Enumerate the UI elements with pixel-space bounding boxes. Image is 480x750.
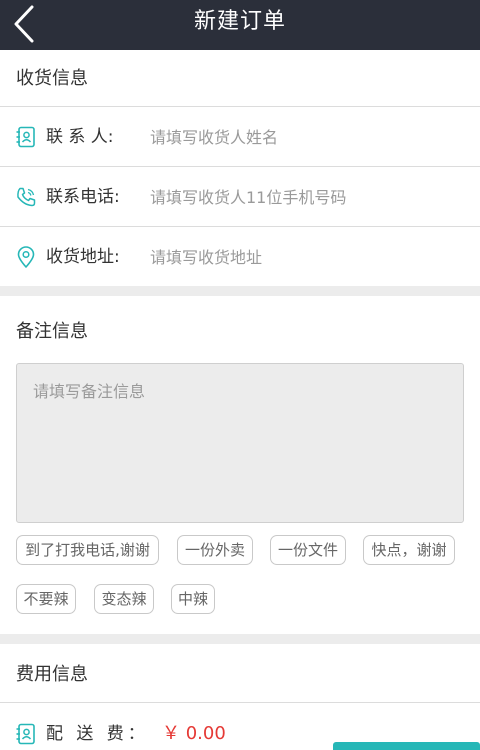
fees-section-title: 费用信息 bbox=[16, 664, 88, 685]
fees-section: 费用信息 配 送 费： ￥ 0.00 bbox=[0, 644, 480, 750]
page-title: 新建订单 bbox=[193, 9, 286, 34]
quick-tag-extra-spicy[interactable]: 变态辣 bbox=[94, 584, 154, 614]
delivery-fee-label: 配 送 费： bbox=[46, 724, 149, 744]
receiver-section: 收货信息 联 系 人: 联系电话: bbox=[0, 50, 480, 286]
contact-name-row: 联 系 人: bbox=[0, 106, 480, 166]
quick-tag-takeout[interactable]: 一份外卖 bbox=[177, 535, 253, 565]
quick-tag-call-me[interactable]: 到了打我电话,谢谢 bbox=[16, 535, 159, 565]
address-row: 收货地址: bbox=[0, 226, 480, 286]
delivery-fee-value: ￥ 0.00 bbox=[162, 723, 226, 744]
location-pin-icon bbox=[15, 246, 37, 268]
address-label: 收货地址: bbox=[46, 247, 120, 267]
contact-card-icon bbox=[15, 126, 37, 148]
phone-icon bbox=[15, 186, 37, 208]
contact-phone-row: 联系电话: bbox=[0, 166, 480, 226]
contact-phone-label: 联系电话: bbox=[46, 187, 120, 207]
address-input[interactable] bbox=[150, 242, 460, 272]
nav-bar: 新建订单 bbox=[0, 0, 480, 50]
quick-tag-medium-spicy[interactable]: 中辣 bbox=[171, 584, 215, 614]
quick-tag-hurry[interactable]: 快点，谢谢 bbox=[363, 535, 455, 565]
contact-name-input[interactable] bbox=[150, 122, 460, 152]
contact-phone-input[interactable] bbox=[150, 182, 460, 212]
fee-card-icon bbox=[15, 723, 37, 745]
quick-tag-document[interactable]: 一份文件 bbox=[270, 535, 346, 565]
receiver-section-title: 收货信息 bbox=[16, 68, 88, 89]
remarks-section-title: 备注信息 bbox=[16, 321, 88, 342]
contact-name-label: 联 系 人: bbox=[46, 127, 114, 147]
remarks-section: 备注信息 到了打我电话,谢谢 一份外卖 一份文件 快点，谢谢 不要辣 变态辣 中… bbox=[0, 296, 480, 634]
submit-button[interactable] bbox=[333, 742, 480, 750]
quick-tag-not-spicy[interactable]: 不要辣 bbox=[16, 584, 76, 614]
remarks-textarea[interactable] bbox=[16, 363, 464, 523]
